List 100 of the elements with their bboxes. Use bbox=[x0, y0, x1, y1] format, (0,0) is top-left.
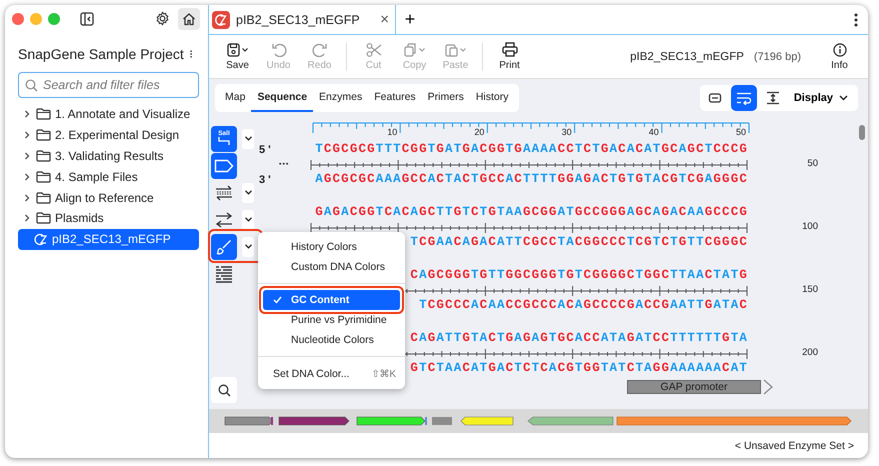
new-tab-button[interactable]: + bbox=[396, 5, 424, 34]
folder-icon bbox=[36, 150, 51, 162]
scissors-icon bbox=[366, 42, 382, 56]
chevron-down-icon bbox=[244, 136, 252, 141]
tree-item[interactable]: 2. Experimental Design bbox=[18, 124, 199, 146]
menu-item[interactable]: Set DNA Color... ⇧⌘K bbox=[263, 364, 400, 384]
scrollbar-thumb[interactable] bbox=[859, 125, 865, 140]
fit-height-icon bbox=[766, 90, 780, 104]
save-icon bbox=[227, 42, 241, 56]
sidebar-icon bbox=[80, 12, 94, 26]
window-control[interactable] bbox=[12, 12, 24, 24]
tree-item[interactable]: 3. Validating Results bbox=[18, 146, 199, 166]
search-button[interactable] bbox=[211, 377, 237, 403]
tree-item[interactable]: 4. Sample Files bbox=[18, 166, 199, 188]
tool-button[interactable] bbox=[211, 152, 237, 178]
tree-item[interactable]: Align to Reference bbox=[18, 187, 199, 208]
view-tab[interactable]: Enzymes bbox=[313, 84, 368, 112]
ruler-number: 20 bbox=[474, 127, 484, 137]
position-number: 200 bbox=[801, 346, 818, 358]
folder-icon bbox=[36, 129, 51, 142]
chevron-right-icon[interactable] bbox=[22, 130, 32, 140]
chevron-right-icon[interactable] bbox=[22, 150, 32, 161]
chevron-right-icon[interactable] bbox=[22, 192, 32, 203]
cut-site-icon bbox=[218, 137, 230, 146]
sequence-length: (7196 bp) bbox=[754, 50, 801, 62]
tree-label: 2. Experimental Design bbox=[55, 128, 180, 142]
sidebar-toggle-button[interactable] bbox=[78, 10, 96, 28]
ruler-number: 30 bbox=[562, 127, 572, 137]
ruler-number: 40 bbox=[648, 127, 659, 137]
tree-label: Align to Reference bbox=[55, 190, 154, 205]
menu-item[interactable]: GC Content bbox=[263, 290, 400, 310]
info-button[interactable]: Info bbox=[819, 40, 860, 72]
folder-icon bbox=[36, 170, 51, 183]
dna-sequence: GTCTAACATGACTCTCACGTGGTATCTAGGAAAAAACAT bbox=[410, 361, 748, 376]
chevron-down-icon bbox=[244, 190, 252, 195]
dropdown-button[interactable] bbox=[242, 128, 254, 148]
dna-sequence: GAGACGGTCACAGCTTGTCTGTAAGCGGATGCCGGGAGCAGACAAGCCCG bbox=[315, 205, 748, 220]
app-icon bbox=[212, 10, 230, 28]
position-number: 150 bbox=[801, 284, 818, 294]
search-field[interactable]: Search and filter files bbox=[18, 72, 199, 98]
tree-label: pIB2_SEC13_mEGFP bbox=[52, 232, 171, 246]
position-number: 100 bbox=[801, 220, 818, 232]
redo-icon bbox=[312, 42, 328, 56]
info-icon bbox=[832, 42, 846, 56]
strand-end-label: 3 ' bbox=[259, 172, 272, 187]
view-tab[interactable]: Sequence bbox=[251, 84, 314, 112]
dropdown-button[interactable] bbox=[242, 236, 254, 256]
dna-sequence: TCGCCCACAACCGCCCACAGCCCCGACCGAATTGATAC bbox=[419, 298, 748, 313]
undo-icon bbox=[270, 42, 286, 56]
dropdown-button[interactable] bbox=[242, 210, 254, 230]
view-tab[interactable]: Primers bbox=[422, 84, 470, 112]
menu-item[interactable]: Purine vs Pyrimidine bbox=[263, 310, 400, 330]
ruler-number: 50 bbox=[736, 127, 746, 137]
dna-sequence: TCGAACAGACATTCGCCTACGGCCCTCGTCTGTTCGGGC bbox=[410, 235, 748, 250]
strand-end-label: 5 ' bbox=[259, 142, 272, 157]
document-name: pIB2_SEC13_mEGFP bbox=[630, 50, 744, 62]
enzyme-set-link[interactable]: < Unsaved Enzyme Set > bbox=[734, 440, 854, 452]
arrows-icon bbox=[215, 212, 233, 228]
text-lines-icon bbox=[215, 264, 233, 282]
dropdown-button[interactable] bbox=[242, 182, 254, 202]
view-tab[interactable]: Map bbox=[219, 84, 252, 112]
dna-file-icon bbox=[34, 232, 48, 246]
menu-item[interactable]: Custom DNA Colors bbox=[263, 257, 400, 277]
paste-icon bbox=[445, 42, 459, 56]
tree-item[interactable]: 1. Annotate and Visualize bbox=[18, 104, 199, 125]
more-icon[interactable] bbox=[854, 12, 858, 26]
tool-button[interactable] bbox=[211, 234, 237, 260]
view-tab[interactable]: History bbox=[470, 84, 515, 112]
chevron-right-icon[interactable] bbox=[22, 213, 32, 224]
chevron-right-icon[interactable] bbox=[22, 109, 32, 120]
feature-bar[interactable]: GAP promoter bbox=[627, 380, 761, 394]
tree-item[interactable]: pIB2_SEC13_mEGFP bbox=[18, 228, 199, 250]
view-tab[interactable]: Features bbox=[368, 84, 422, 112]
dna-sequence: TCGCGCGTTTCGGTGATGACGGTGAAAACCTCTGACACATGCAGCTCCCG bbox=[315, 142, 748, 157]
double-strand-icon bbox=[215, 184, 233, 200]
home-icon bbox=[182, 12, 196, 26]
menu-item[interactable]: History Colors bbox=[263, 237, 400, 257]
tree-item[interactable]: Plasmids bbox=[18, 208, 199, 229]
toolbar-button[interactable]: Print bbox=[489, 40, 530, 73]
close-button[interactable]: × bbox=[380, 11, 389, 28]
toolbar-button[interactable]: Save bbox=[217, 40, 258, 73]
wrap-text-icon bbox=[736, 90, 752, 104]
dna-sequence: AGCGCGCAAAGCCACTACTGCCACTTTTGGAGACTGTGTACGTCGAGGGC bbox=[315, 172, 748, 187]
folder-icon bbox=[36, 192, 51, 204]
home-button[interactable] bbox=[178, 8, 200, 30]
tree-label: Plasmids bbox=[55, 211, 104, 226]
chevron-down-icon bbox=[244, 244, 252, 249]
keyboard-shortcut: ⇧⌘K bbox=[371, 368, 396, 380]
folder-icon bbox=[36, 108, 51, 120]
copy-icon bbox=[404, 42, 418, 56]
search-icon bbox=[218, 384, 230, 396]
menu-item[interactable]: Nucleotide Colors bbox=[263, 330, 400, 350]
folder-icon bbox=[36, 212, 51, 224]
chevron-down-icon bbox=[244, 217, 252, 222]
document-tab[interactable]: pIB2_SEC13_mEGFP × bbox=[209, 5, 396, 34]
chevron-right-icon[interactable] bbox=[22, 172, 32, 182]
dna-sequence: CAGATTGTACTGAGAGTGCACCATAGATCCTTTTTTGTA bbox=[410, 331, 748, 346]
tree-label: 1. Annotate and Visualize bbox=[55, 107, 190, 122]
tree-label: 4. Sample Files bbox=[55, 170, 138, 184]
checkmark-icon bbox=[273, 296, 282, 304]
